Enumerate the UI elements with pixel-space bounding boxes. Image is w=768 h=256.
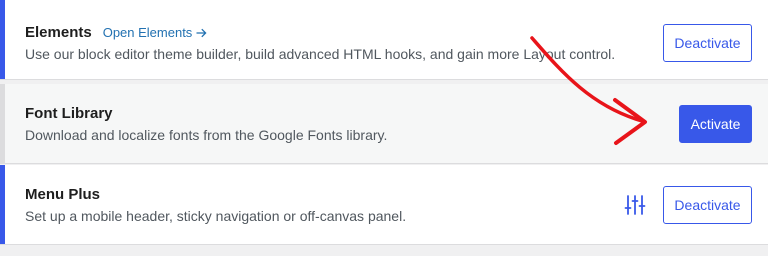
deactivate-elements-button[interactable]: Deactivate [663,24,752,62]
module-list: Elements Open Elements Use our block edi… [0,0,768,256]
arrow-right-icon [196,28,207,37]
module-description: Set up a mobile header, sticky navigatio… [25,208,407,224]
inactive-indicator [0,84,5,163]
module-description: Use our block editor theme builder, buil… [25,46,616,62]
module-title-line: Elements Open Elements [25,24,207,41]
sliders-icon[interactable] [624,194,646,216]
module-title-line: Menu Plus [25,186,100,203]
deactivate-menu-plus-button[interactable]: Deactivate [663,186,752,224]
module-title: Font Library [25,105,113,122]
open-elements-link-label: Open Elements [102,25,193,40]
active-indicator [0,165,5,244]
module-title-line: Font Library [25,105,113,122]
module-row-menu-plus: Menu Plus Set up a mobile header, sticky… [0,165,768,245]
module-description: Download and localize fonts from the Goo… [25,127,388,143]
module-title: Menu Plus [25,186,101,203]
active-indicator [0,0,5,79]
module-title: Elements [25,24,92,41]
module-row-font-library: Font Library Download and localize fonts… [0,84,768,164]
open-elements-link[interactable]: Open Elements [103,25,208,40]
module-row-elements: Elements Open Elements Use our block edi… [0,0,768,80]
activate-font-library-button[interactable]: Activate [679,105,752,143]
